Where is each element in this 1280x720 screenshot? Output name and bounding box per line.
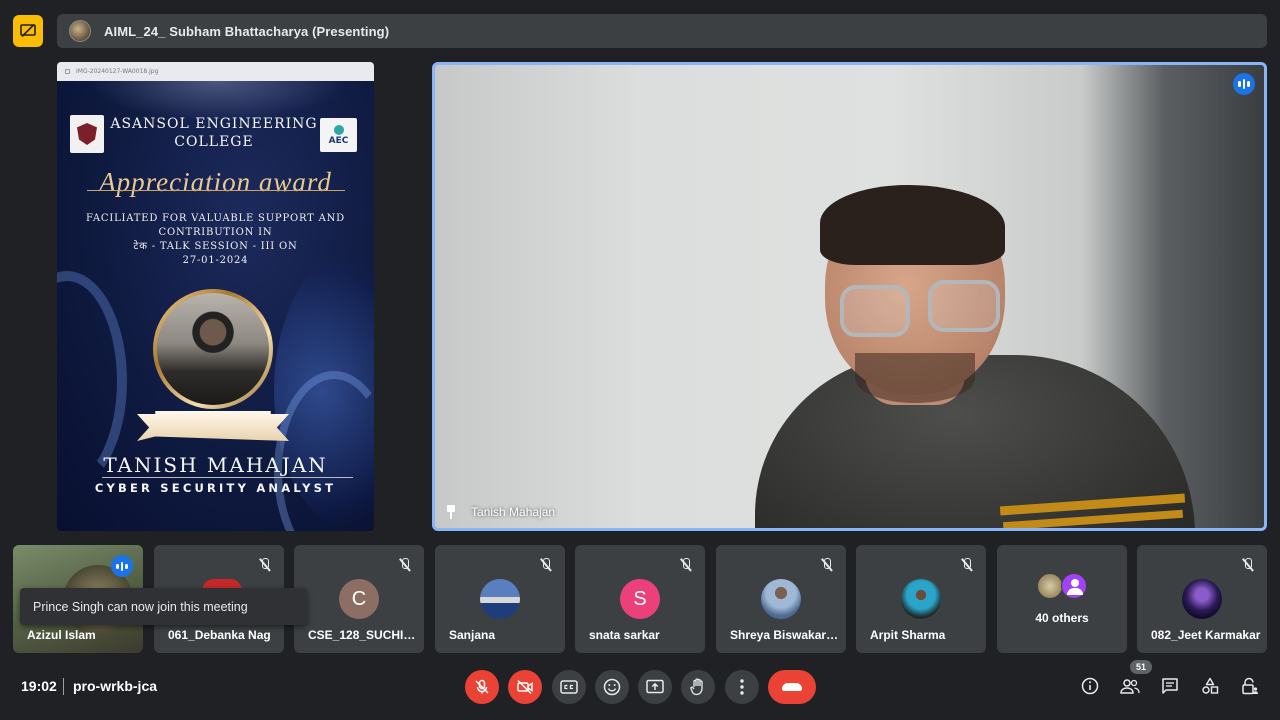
chat-icon (1162, 678, 1178, 694)
award-title: Appreciation award (99, 167, 332, 197)
person-icon (1061, 573, 1087, 599)
participant-tile[interactable]: S snata sarkar (575, 545, 705, 653)
college-name: ASANSOL ENGINEERING COLLEGE (110, 116, 318, 150)
main-participant-name: Tanish Mahajan (471, 505, 556, 519)
image-viewer-toolbar: IMG-20240127-WA0018.jpg (57, 62, 374, 81)
mic-off-icon (960, 558, 974, 572)
college-logo (70, 115, 104, 153)
camera-toggle-button[interactable] (508, 670, 542, 704)
join-notification-toast: Prince Singh can now join this meeting (20, 588, 307, 625)
presenting-indicator-icon[interactable] (13, 15, 43, 47)
participant-avatar: C (339, 579, 379, 619)
recipient-name: TANISH MAHAJAN (103, 453, 328, 477)
participant-tile[interactable]: Sanjana (435, 545, 565, 653)
speaking-indicator-icon (1233, 73, 1255, 95)
participant-name: 082_Jeet Karmakar (1151, 628, 1261, 642)
recipient-photo-frame (153, 289, 273, 409)
clock: 19:02 (21, 678, 57, 694)
facilitation-line: टेक - TALK SESSION - III ON (133, 241, 298, 252)
aec-logo: AEC (320, 118, 357, 152)
participant-figure (745, 125, 1264, 528)
certificate-slide: ASANSOL ENGINEERING COLLEGE AEC Apprecia… (57, 81, 374, 531)
participant-tile[interactable]: 082_Jeet Karmakar (1137, 545, 1267, 653)
participant-name: Azizul Islam (27, 628, 96, 642)
others-avatars (1037, 573, 1097, 601)
divider (63, 678, 64, 695)
people-icon (1120, 679, 1140, 694)
participant-name: CSE_128_SUCHISMITA (308, 628, 418, 642)
activities-button[interactable] (1199, 675, 1221, 697)
mic-off-icon (1241, 558, 1255, 572)
participant-name: Shreya Biswakarma (730, 628, 840, 642)
facilitation-line: FACILIATED FOR VALUABLE SUPPORT AND (86, 213, 345, 224)
lock-person-icon (1242, 677, 1258, 695)
mic-off-icon (679, 558, 693, 572)
participant-name: Arpit Sharma (870, 628, 946, 642)
facilitation-line: 27-01-2024 (182, 255, 249, 266)
viewer-filename: IMG-20240127-WA0018.jpg (76, 68, 159, 75)
main-participant-label: Tanish Mahajan (445, 505, 555, 519)
presenter-avatar (69, 20, 91, 42)
recipient-role: CYBER SECURITY ANALYST (94, 481, 337, 495)
hand-icon (690, 678, 703, 696)
facilitation-text: FACILIATED FOR VALUABLE SUPPORT AND CONT… (77, 212, 354, 268)
participant-count-badge: 51 (1130, 660, 1152, 674)
aec-logo-text: AEC (328, 135, 349, 146)
mic-off-icon (820, 558, 834, 572)
participant-name: snata sarkar (589, 628, 660, 642)
present-screen-button[interactable] (638, 670, 672, 704)
raise-hand-button[interactable] (681, 670, 715, 704)
participant-avatar (761, 579, 801, 619)
more-options-button[interactable] (725, 670, 759, 704)
participant-avatar (901, 579, 941, 619)
mic-off-icon (258, 558, 272, 572)
mic-off-icon (539, 558, 553, 572)
participant-tile[interactable]: Arpit Sharma (856, 545, 986, 653)
meeting-code: pro-wrkb-jca (73, 678, 158, 694)
participant-name: Sanjana (449, 628, 496, 642)
host-controls-button[interactable] (1239, 675, 1261, 697)
present-screen-icon (646, 679, 664, 694)
meeting-details-button[interactable] (1079, 675, 1101, 697)
mic-toggle-button[interactable] (465, 670, 499, 704)
viewer-window-icon (65, 69, 70, 74)
recipient-photo (157, 293, 269, 405)
main-participant-video[interactable]: Tanish Mahajan (432, 62, 1267, 531)
others-count-label: 40 others (1035, 611, 1089, 625)
screen-share-presentation[interactable]: IMG-20240127-WA0018.jpg ASANSOL ENGINEER… (57, 62, 374, 531)
captions-button[interactable] (552, 670, 586, 704)
people-button[interactable] (1119, 675, 1141, 697)
leave-call-button[interactable] (768, 670, 816, 704)
pin-icon[interactable] (445, 505, 457, 519)
participant-tile[interactable]: Shreya Biswakarma (716, 545, 846, 653)
emoji-icon (603, 678, 621, 696)
presenter-title: AIML_24_ Subham Bhattacharya (Presenting… (104, 23, 390, 39)
participant-avatar: S (620, 579, 660, 619)
shapes-icon (1202, 677, 1219, 694)
facilitation-line: CONTRIBUTION IN (158, 227, 273, 238)
reactions-button[interactable] (595, 670, 629, 704)
speaking-indicator-icon (111, 555, 133, 577)
mic-off-icon (475, 679, 489, 694)
more-vertical-icon (740, 679, 744, 695)
ribbon-banner (137, 411, 289, 441)
participant-tile[interactable]: C CSE_128_SUCHISMITA (294, 545, 424, 653)
hang-up-icon (782, 683, 802, 691)
name-divider (102, 477, 353, 478)
info-icon (1081, 677, 1099, 695)
closed-captions-icon (560, 680, 578, 694)
participant-avatar (480, 579, 520, 619)
chat-button[interactable] (1159, 675, 1181, 697)
others-tile[interactable]: 40 others (997, 545, 1127, 653)
participant-avatar (1182, 579, 1222, 619)
mic-off-icon (398, 558, 412, 572)
camera-off-icon (517, 679, 533, 695)
presenter-bar: AIML_24_ Subham Bhattacharya (Presenting… (57, 14, 1267, 48)
participant-name: 061_Debanka Nag (168, 628, 271, 642)
award-underline (87, 190, 345, 191)
